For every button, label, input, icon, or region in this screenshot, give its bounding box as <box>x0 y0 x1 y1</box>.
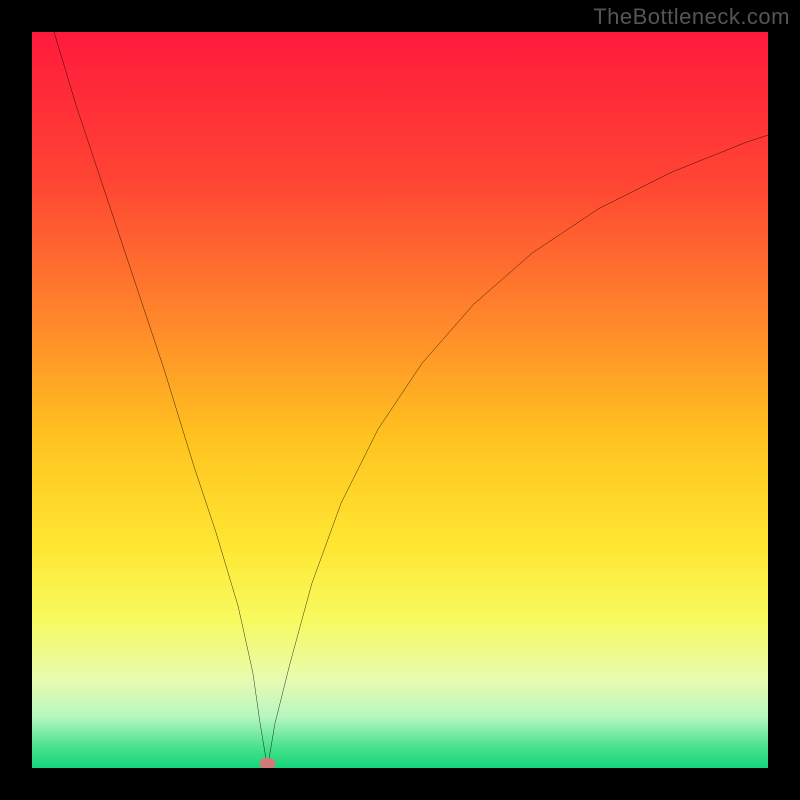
chart-frame: TheBottleneck.com <box>0 0 800 800</box>
bottleneck-chart <box>32 32 768 768</box>
watermark-label: TheBottleneck.com <box>593 4 790 30</box>
plot-background <box>32 32 768 768</box>
